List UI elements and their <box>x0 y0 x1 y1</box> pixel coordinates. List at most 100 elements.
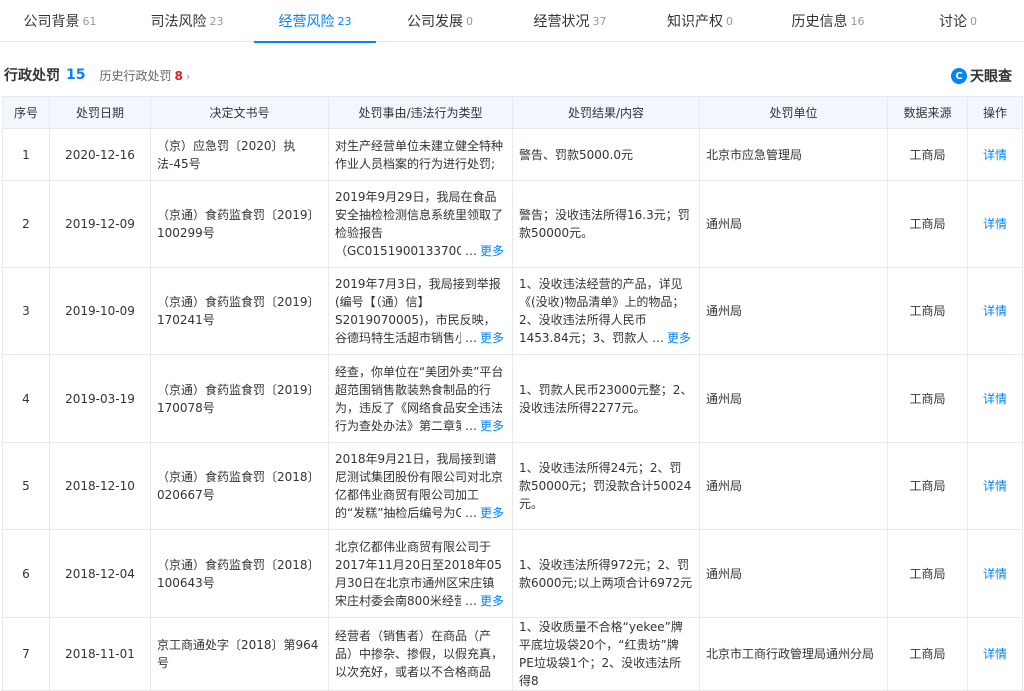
tab-label: 历史信息 <box>791 14 848 30</box>
penalty-table: 序号 处罚日期 决定文书号 处罚事由/违法行为类型 处罚结果/内容 处罚单位 数… <box>2 96 1023 691</box>
tab-bar: 公司背景 61 司法风险 23 经营风险 23 公司发展 0 经营状况 37 知识产权 0 历史信息 16… <box>0 0 1024 43</box>
cell-date: 2018-12-10 <box>49 442 151 530</box>
table-row: 6 2018-12-04 （京通）食药监食罚〔2018〕100643号 北京亿都伟业商… <box>2 529 1023 618</box>
tab-label: 司法风险 <box>150 14 207 30</box>
table-row: 4 2019-03-19 （京通）食药监食罚〔2019〕170078号 经查，你单位在… <box>2 354 1023 443</box>
detail-link[interactable]: 详情 <box>983 392 1007 406</box>
tab-label: 经营状况 <box>533 14 590 30</box>
tab-label: 公司发展 <box>407 14 463 30</box>
cell-doc: （京通）食药监食罚〔2019〕100299号 <box>150 180 329 268</box>
col-header-date: 处罚日期 <box>49 96 151 129</box>
more-link[interactable]: … 更多 <box>460 504 504 522</box>
cell-source: 工商局 <box>887 267 968 355</box>
col-header-doc: 决定文书号 <box>150 96 329 129</box>
cell-source: 工商局 <box>887 442 968 530</box>
ellipsis: … <box>464 244 477 258</box>
col-header-no: 序号 <box>2 96 50 129</box>
more-link[interactable]: … 更多 <box>460 591 504 610</box>
cell-action: 详情 <box>967 267 1023 355</box>
cell-result-text: 1、罚款人民币23000元整；2、没收违法所得2277元。 <box>519 382 693 415</box>
cell-source: 工商局 <box>887 529 968 618</box>
cell-reason-text-wrap: 2019年9月29日，我局在食品安全抽检检测信息系统里领取了检验报告（GC015… <box>335 188 506 260</box>
section-title: 行政处罚 <box>4 68 60 84</box>
tab-count: 16 <box>850 14 865 28</box>
cell-result: 警告；没收违法所得16.3元；罚款50000元。 <box>512 180 700 268</box>
ellipsis: … <box>464 331 477 345</box>
tab-7[interactable]: 历史信息 16 <box>764 0 892 42</box>
cell-reason: 2019年9月29日，我局在食品安全抽检检测信息系统里领取了检验报告（GC015… <box>328 180 513 268</box>
more-link[interactable]: … 更多 <box>647 329 691 347</box>
cell-date: 2019-03-19 <box>49 354 151 443</box>
tab-2[interactable]: 司法风险 23 <box>120 0 254 42</box>
tab-label: 公司背景 <box>23 14 80 30</box>
tab-6[interactable]: 知识产权 0 <box>636 0 764 42</box>
col-header-action: 操作 <box>967 96 1023 129</box>
cell-no: 5 <box>2 442 50 530</box>
detail-link[interactable]: 详情 <box>983 148 1007 162</box>
cell-no: 3 <box>2 267 50 355</box>
section-header: 行政处罚 15 历史行政处罚 8 › C 天眼查 <box>0 58 1024 92</box>
cell-result-text: 警告、罚款5000.0元 <box>519 147 633 162</box>
cell-result-text-wrap: 1、罚款人民币23000元整；2、没收违法所得2277元。 <box>519 381 693 417</box>
cell-reason-text-wrap: 经查，你单位在“美团外卖”平台超范围销售散装熟食制品的行为，违反了《网络食品安全… <box>335 363 506 435</box>
cell-unit: 北京市工商行政管理局通州分局 <box>699 617 888 691</box>
cell-doc: （京通）食药监食罚〔2019〕170078号 <box>150 354 329 443</box>
ellipsis: … <box>464 506 477 520</box>
tab-label: 经营风险 <box>278 14 335 30</box>
cell-result: 警告、罚款5000.0元 <box>512 128 700 181</box>
cell-no: 7 <box>2 617 50 691</box>
tab-count: 0 <box>726 14 733 28</box>
cell-action: 详情 <box>967 354 1023 443</box>
col-header-unit: 处罚单位 <box>699 96 888 129</box>
more-link[interactable]: … 更多 <box>460 242 504 260</box>
more-link[interactable]: … 更多 <box>460 416 504 435</box>
tab-5[interactable]: 经营状况 37 <box>504 0 636 42</box>
detail-link[interactable]: 详情 <box>983 479 1007 493</box>
more-label: 更多 <box>479 331 504 345</box>
cell-unit: 北京市应急管理局 <box>699 128 888 181</box>
history-penalty-count: 8 <box>174 68 183 83</box>
cell-result: 1、没收质量不合格“yekee”牌平底垃圾袋20个，“红贵坊”牌PE垃圾袋1个；… <box>512 617 700 691</box>
detail-link[interactable]: 详情 <box>983 567 1007 581</box>
cell-reason-text-wrap: 2019年7月3日，我局接到举报(编号【（通）信】S2019070005)，市民… <box>335 275 506 347</box>
tab-count: 0 <box>970 14 977 28</box>
ellipsis: … <box>464 418 477 433</box>
tab-label: 知识产权 <box>667 14 723 30</box>
cell-reason-text-wrap: 2018年9月21日，我局接到谱尼测试集团股份有限公司对北京亿都伟业商贸有限公司… <box>335 450 506 522</box>
tab-3[interactable]: 经营风险 23 <box>254 0 376 43</box>
tab-count: 61 <box>82 14 97 28</box>
table-row: 7 2018-11-01 京工商通处字〔2018〕第964号 经营者（销售者）在商品（… <box>2 617 1023 691</box>
cell-unit: 通州局 <box>699 180 888 268</box>
cell-reason: 2018年9月21日，我局接到谱尼测试集团股份有限公司对北京亿都伟业商贸有限公司… <box>328 442 513 530</box>
detail-link[interactable]: 详情 <box>983 217 1007 231</box>
cell-date: 2019-10-09 <box>49 267 151 355</box>
chevron-right-icon: › <box>185 69 191 83</box>
more-label: 更多 <box>666 331 691 345</box>
cell-reason-text-wrap: 北京亿都伟业商贸有限公司于2017年11月20日至2018年05月30日在北京市… <box>335 538 506 610</box>
tab-count: 23 <box>337 14 352 28</box>
cell-no: 6 <box>2 529 50 618</box>
tab-8[interactable]: 讨论 0 <box>892 0 1024 42</box>
more-link[interactable]: … 更多 <box>460 329 504 347</box>
cell-no: 1 <box>2 128 50 181</box>
tab-4[interactable]: 公司发展 0 <box>376 0 504 42</box>
col-header-source: 数据来源 <box>887 96 968 129</box>
cell-result-text-wrap: 1、没收违法经营的产品，详见《(没收)物品清单》上的物品；2、没收违法所得人民币… <box>519 275 693 347</box>
cell-result-text-wrap: 1、没收质量不合格“yekee”牌平底垃圾袋20个，“红贵坊”牌PE垃圾袋1个；… <box>519 618 693 690</box>
more-label: 更多 <box>479 593 504 608</box>
cell-no: 4 <box>2 354 50 443</box>
cell-doc: （京通）食药监食罚〔2019〕170241号 <box>150 267 329 355</box>
cell-result: 1、没收违法所得24元；2、罚款50000元；罚没款合计50024元。 <box>512 442 700 530</box>
cell-action: 详情 <box>967 442 1023 530</box>
table-row: 5 2018-12-10 （京通）食药监食罚〔2018〕020667号 2018年9月… <box>2 442 1023 530</box>
tab-count: 23 <box>209 14 224 28</box>
history-penalty-link[interactable]: 历史行政处罚 8 › <box>99 67 190 84</box>
tab-1[interactable]: 公司背景 61 <box>0 0 120 42</box>
detail-link[interactable]: 详情 <box>983 304 1007 318</box>
detail-link[interactable]: 详情 <box>983 647 1007 661</box>
ellipsis: … <box>651 331 664 345</box>
cell-result-text-wrap: 1、没收违法所得24元；2、罚款50000元；罚没款合计50024元。 <box>519 459 693 513</box>
brand-logo: C 天眼查 <box>951 66 1012 86</box>
table-row: 1 2020-12-16 （京）应急罚〔2020〕执法-45号 对生产经营单位未建立健… <box>2 128 1023 181</box>
cell-reason: 对生产经营单位未建立健全特种作业人员档案的行为进行处罚; <box>328 128 513 181</box>
